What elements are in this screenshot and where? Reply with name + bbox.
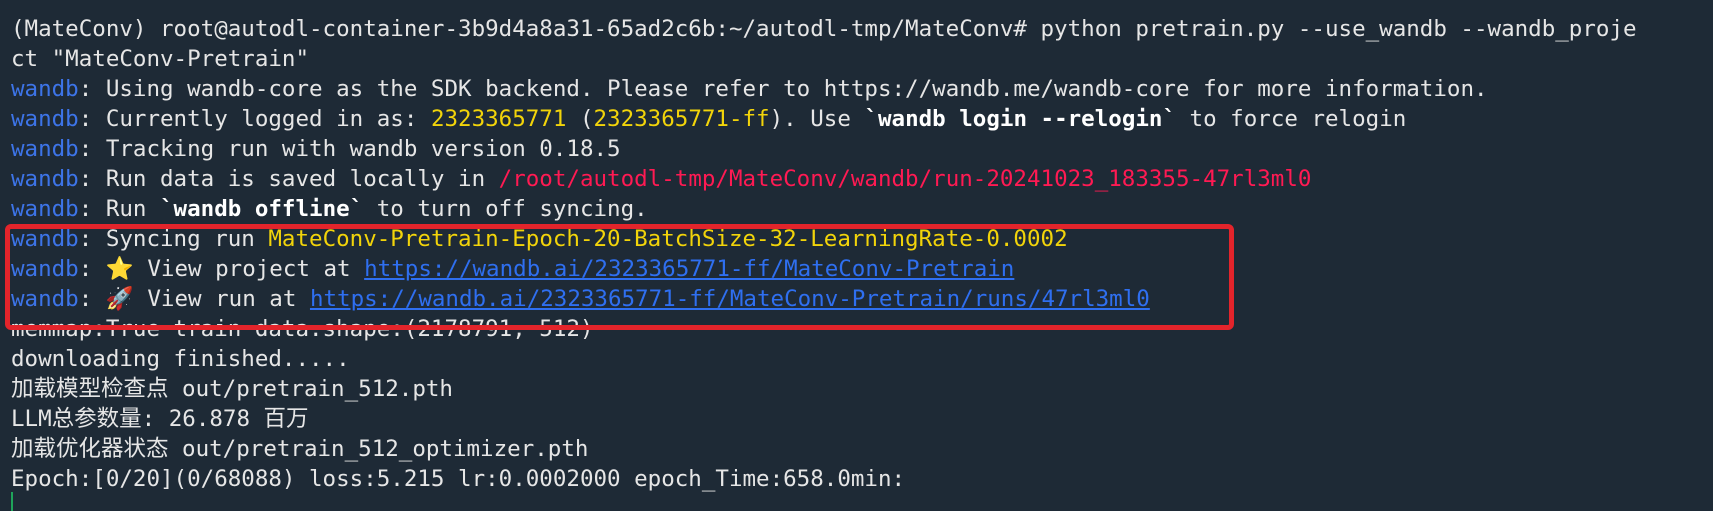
wandb-prefix: wandb <box>11 226 79 252</box>
colon: : <box>78 196 106 222</box>
terminal-line-view-project: wandb: ⭐ View project at https://wandb.a… <box>11 254 1713 284</box>
colon: : <box>78 226 106 252</box>
project-link[interactable]: https://wandb.ai/2323365771-ff/MateConv-… <box>364 256 1014 282</box>
line-text: ). Use <box>769 106 865 132</box>
line-text: 🚀 View run at <box>105 286 310 312</box>
line-text: Run data is saved locally in <box>105 166 499 192</box>
relogin-command: `wandb login --relogin` <box>864 106 1176 132</box>
line-text: to force relogin <box>1176 106 1407 132</box>
terminal-line-logged-in: wandb: Currently logged in as: 232336577… <box>11 104 1713 134</box>
wandb-prefix: wandb <box>11 106 79 132</box>
wandb-prefix: wandb <box>11 196 79 222</box>
wandb-prefix: wandb <box>11 76 79 102</box>
wandb-prefix: wandb <box>11 286 79 312</box>
colon: : <box>78 136 106 162</box>
terminal-line-param-count: LLM总参数量: 26.878 百万 <box>11 406 309 432</box>
wandb-prefix: wandb <box>11 136 79 162</box>
line-text: Run <box>105 196 161 222</box>
line-text: Using wandb-core as the SDK backend. Ple… <box>105 76 1488 102</box>
terminal-line-saved-locally: wandb: Run data is saved locally in /roo… <box>11 164 1713 194</box>
line-text: ⭐ View project at <box>105 256 365 282</box>
colon: : <box>78 166 106 192</box>
colon: : <box>78 106 106 132</box>
team-name: 2323365771-ff <box>593 106 770 132</box>
line-text: Syncing run <box>105 226 269 252</box>
offline-command: `wandb offline` <box>160 196 364 222</box>
terminal-line-epoch-progress: Epoch:[0/20](0/68088) loss:5.215 lr:0.00… <box>11 466 906 492</box>
line-text: Currently logged in as: <box>105 106 431 132</box>
run-directory-path: /root/autodl-tmp/MateConv/wandb/run-2024… <box>498 166 1312 192</box>
terminal-line-syncing-run: wandb: Syncing run MateConv-Pretrain-Epo… <box>11 224 1713 254</box>
terminal-line-prompt-1: (MateConv) root@autodl-container-3b9d4a8… <box>11 16 1637 42</box>
terminal-line-memmap: memmap:True train data.shape:(2178791, 5… <box>11 316 594 342</box>
terminal-line-load-checkpoint: 加载模型检查点 out/pretrain_512.pth <box>11 376 453 402</box>
terminal-cursor <box>11 492 13 511</box>
line-text: Tracking run with wandb version 0.18.5 <box>105 136 621 162</box>
terminal-line-prompt-2: ct "MateConv-Pretrain" <box>11 46 310 72</box>
colon: : <box>78 286 106 312</box>
line-text: ( <box>566 106 594 132</box>
run-name: MateConv-Pretrain-Epoch-20-BatchSize-32-… <box>268 226 1068 252</box>
run-link[interactable]: https://wandb.ai/2323365771-ff/MateConv-… <box>310 286 1150 312</box>
colon: : <box>78 256 106 282</box>
terminal-line-version: wandb: Tracking run with wandb version 0… <box>11 134 1713 164</box>
terminal-line-downloading: downloading finished..... <box>11 346 350 372</box>
terminal-line-view-run: wandb: 🚀 View run at https://wandb.ai/23… <box>11 284 1713 314</box>
terminal-window[interactable]: (MateConv) root@autodl-container-3b9d4a8… <box>0 0 1713 511</box>
terminal-line-wandb-core: wandb: Using wandb-core as the SDK backe… <box>11 74 1713 104</box>
colon: : <box>78 76 106 102</box>
terminal-line-offline-hint: wandb: Run `wandb offline` to turn off s… <box>11 194 1713 224</box>
line-text: to turn off syncing. <box>363 196 648 222</box>
terminal-line-load-optimizer: 加载优化器状态 out/pretrain_512_optimizer.pth <box>11 436 589 462</box>
wandb-prefix: wandb <box>11 166 79 192</box>
wandb-prefix: wandb <box>11 256 79 282</box>
username: 2323365771 <box>430 106 567 132</box>
